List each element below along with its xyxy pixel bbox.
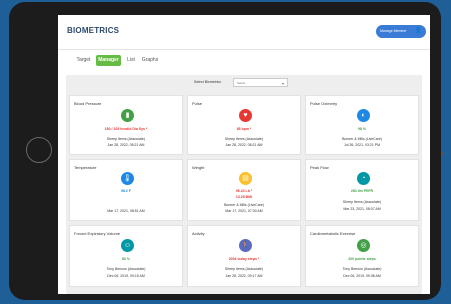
card-title: Temperature bbox=[74, 165, 97, 170]
card-value: 200 points steps bbox=[348, 257, 376, 261]
card-title: Weight bbox=[192, 165, 205, 170]
card-date: Jul 26, 2021, 03:21 PM bbox=[344, 143, 380, 147]
app-header: BIOMETRICS Manage Member 👤 bbox=[58, 15, 430, 50]
card-title: Blood Pressure bbox=[74, 101, 102, 106]
card-recorded-by: Tony Benson (Associate) bbox=[342, 267, 382, 271]
filter-label: Select Biometrics bbox=[194, 80, 222, 84]
tab-graphs[interactable]: Graphs bbox=[140, 55, 160, 66]
card-blood-pressure[interactable]: Blood Pressure ▮ 180 / 105 Invalid Dia S… bbox=[69, 95, 183, 155]
card-activity[interactable]: Activity 🚶 2004 today steps * Sheep Item… bbox=[187, 225, 301, 287]
card-date: Jan 28, 2022, 08:21 AM bbox=[107, 143, 145, 147]
user-plus-icon: 👤 bbox=[414, 28, 422, 34]
app-screen: BIOMETRICS Manage Member 👤 Target Manage… bbox=[58, 15, 430, 294]
exercise-icon: ◎ bbox=[357, 239, 370, 252]
lungs-icon: ☺ bbox=[121, 239, 134, 252]
biometrics-select[interactable]: Select ▾ bbox=[233, 78, 288, 87]
card-date: Dec 06, 2019, 09:15 AM bbox=[107, 274, 145, 278]
walking-icon: 🚶 bbox=[239, 239, 252, 252]
card-bmi: 13.28 BMI bbox=[235, 195, 253, 199]
card-value: 85 bpm * bbox=[236, 127, 252, 131]
card-pulse-oximetry[interactable]: Pulse Oximetry ◐ 98 % Bonner & Mills (Li… bbox=[305, 95, 419, 155]
card-temperature[interactable]: Temperature 🌡 98.2 F Mar 17, 2021, 08:51… bbox=[69, 159, 183, 221]
card-date: Jan 28, 2022, 08:21 AM bbox=[225, 143, 263, 147]
thermometer-icon: 🌡 bbox=[121, 172, 134, 185]
oximeter-icon: ◐ bbox=[357, 109, 370, 122]
home-button[interactable] bbox=[26, 137, 52, 163]
card-weight[interactable]: Weight ▤ 96.24 Lb * 13.28 BMI Bonner & M… bbox=[187, 159, 301, 221]
card-title: Cardiometabolic Exercise bbox=[310, 231, 356, 236]
card-peak-flow[interactable]: Peak Flow ◔ 283 l/m PEFR Sheep Items (As… bbox=[305, 159, 419, 221]
card-recorded-by: Sheep Items (Associate) bbox=[342, 200, 382, 204]
card-value: 98.2 F bbox=[121, 189, 131, 193]
card-title: Activity bbox=[192, 231, 205, 236]
card-value: 96.24 Lb * bbox=[235, 189, 253, 193]
card-title: Forced Expiratory Volume bbox=[74, 231, 121, 236]
tab-target[interactable]: Target bbox=[74, 55, 93, 66]
card-date: Mar 17, 2021, 07:30 AM bbox=[225, 209, 263, 213]
tab-list[interactable]: List bbox=[124, 55, 138, 66]
pulse-icon: ♥ bbox=[239, 109, 252, 122]
tab-manager[interactable]: Manager bbox=[96, 55, 121, 66]
card-date: Mar 23, 2021, 08:07 AM bbox=[343, 207, 381, 211]
card-value: 80 % bbox=[122, 257, 130, 261]
card-value: 2004 today steps * bbox=[228, 257, 260, 261]
manage-member-button[interactable]: Manage Member 👤 bbox=[376, 25, 426, 38]
biometrics-panel: Select Biometrics Select ▾ Blood Pressur… bbox=[66, 75, 422, 294]
card-recorded-by: Bonner & Mills (LiveCare) bbox=[224, 203, 264, 207]
card-recorded-by: Sheep Items (Associate) bbox=[106, 137, 146, 141]
biometrics-select-value: Select bbox=[237, 81, 246, 85]
peak-flow-icon: ◔ bbox=[357, 172, 370, 185]
card-recorded-by: Tony Benson (Associate) bbox=[106, 267, 146, 271]
card-date: Mar 17, 2021, 08:51 AM bbox=[107, 209, 145, 213]
card-recorded-by: Bonner & Mills (LiveCare) bbox=[342, 137, 382, 141]
chevron-down-icon: ▾ bbox=[281, 81, 284, 86]
tablet-frame: BIOMETRICS Manage Member 👤 Target Manage… bbox=[9, 2, 444, 300]
card-pulse[interactable]: Pulse ♥ 85 bpm * Sheep Items (Associate)… bbox=[187, 95, 301, 155]
filter-bar: Select Biometrics Select ▾ bbox=[66, 75, 422, 93]
manage-member-label: Manage Member bbox=[380, 29, 407, 33]
card-value: 283 l/m PEFR bbox=[350, 189, 374, 193]
card-date: Dec 06, 2019, 09:38 AM bbox=[343, 274, 381, 278]
card-recorded-by: Sheep Items (Associate) bbox=[224, 267, 264, 271]
card-value: 98 % bbox=[358, 127, 366, 131]
card-title: Pulse bbox=[192, 101, 203, 106]
card-cardiometabolic-exercise[interactable]: Cardiometabolic Exercise ◎ 200 points st… bbox=[305, 225, 419, 287]
card-forced-expiratory-volume[interactable]: Forced Expiratory Volume ☺ 80 % Tony Ben… bbox=[69, 225, 183, 287]
card-value: 180 / 105 Invalid Dia Sys * bbox=[104, 127, 148, 131]
scale-icon: ▤ bbox=[239, 172, 252, 185]
app-title: BIOMETRICS bbox=[67, 26, 120, 35]
card-title: Peak Flow bbox=[310, 165, 329, 170]
heart-meter-icon: ▮ bbox=[121, 109, 134, 122]
card-recorded-by: Sheep Items (Associate) bbox=[224, 137, 264, 141]
camera-dot bbox=[441, 152, 444, 155]
card-title: Pulse Oximetry bbox=[310, 101, 338, 106]
card-date: Jan 28, 2022, 09:17 AM bbox=[225, 274, 263, 278]
